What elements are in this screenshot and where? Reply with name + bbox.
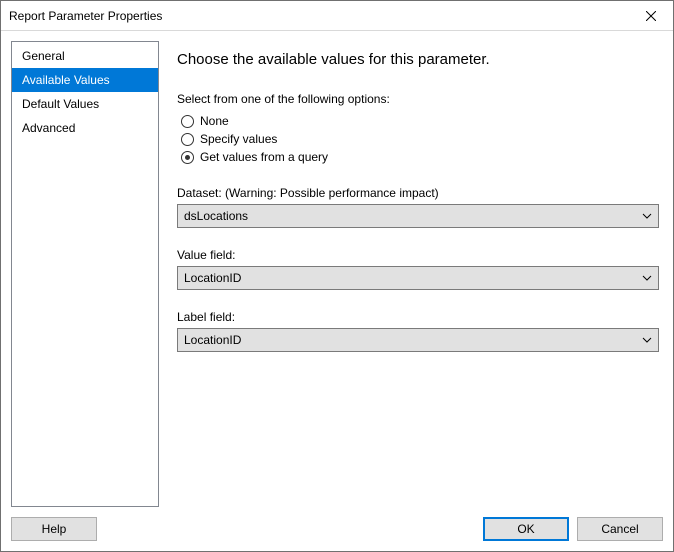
radio-icon (181, 151, 194, 164)
option-label: Specify values (200, 132, 277, 146)
ok-button[interactable]: OK (483, 517, 569, 541)
radio-icon (181, 115, 194, 128)
window-title: Report Parameter Properties (9, 9, 162, 23)
button-label: OK (517, 522, 534, 536)
value-field-label: Value field: (177, 248, 659, 262)
combo-value: LocationID (184, 333, 241, 347)
sidebar: General Available Values Default Values … (11, 41, 159, 507)
dialog-body: General Available Values Default Values … (1, 31, 673, 507)
button-label: Cancel (601, 522, 638, 536)
sidebar-item-label: Advanced (22, 121, 75, 135)
option-label: None (200, 114, 229, 128)
options-label: Select from one of the following options… (177, 92, 659, 106)
sidebar-item-advanced[interactable]: Advanced (12, 116, 158, 140)
sidebar-item-label: Available Values (22, 73, 110, 87)
help-button[interactable]: Help (11, 517, 97, 541)
combo-value: dsLocations (184, 209, 248, 223)
label-field-combo[interactable]: LocationID (177, 328, 659, 352)
dialog-window: Report Parameter Properties General Avai… (0, 0, 674, 552)
footer-right: OK Cancel (483, 517, 663, 541)
label-field-group: Label field: LocationID (177, 310, 659, 352)
chevron-down-icon (642, 273, 652, 283)
main-panel: Choose the available values for this par… (173, 41, 663, 507)
sidebar-item-label: Default Values (22, 97, 99, 111)
radio-icon (181, 133, 194, 146)
page-heading: Choose the available values for this par… (177, 51, 659, 68)
chevron-down-icon (642, 211, 652, 221)
chevron-down-icon (642, 335, 652, 345)
option-none[interactable]: None (177, 112, 659, 130)
button-label: Help (42, 522, 67, 536)
dataset-combo[interactable]: dsLocations (177, 204, 659, 228)
sidebar-item-label: General (22, 49, 65, 63)
dataset-group: Dataset: (Warning: Possible performance … (177, 186, 659, 228)
value-field-combo[interactable]: LocationID (177, 266, 659, 290)
option-label: Get values from a query (200, 150, 328, 164)
value-field-group: Value field: LocationID (177, 248, 659, 290)
sidebar-item-available-values[interactable]: Available Values (12, 68, 158, 92)
sidebar-item-general[interactable]: General (12, 44, 158, 68)
footer: Help OK Cancel (1, 507, 673, 551)
titlebar: Report Parameter Properties (1, 1, 673, 31)
close-button[interactable] (628, 1, 673, 30)
sidebar-item-default-values[interactable]: Default Values (12, 92, 158, 116)
option-get-values-from-query[interactable]: Get values from a query (177, 148, 659, 166)
close-icon (646, 11, 656, 21)
combo-value: LocationID (184, 271, 241, 285)
option-specify-values[interactable]: Specify values (177, 130, 659, 148)
cancel-button[interactable]: Cancel (577, 517, 663, 541)
label-field-label: Label field: (177, 310, 659, 324)
dataset-label: Dataset: (Warning: Possible performance … (177, 186, 659, 200)
